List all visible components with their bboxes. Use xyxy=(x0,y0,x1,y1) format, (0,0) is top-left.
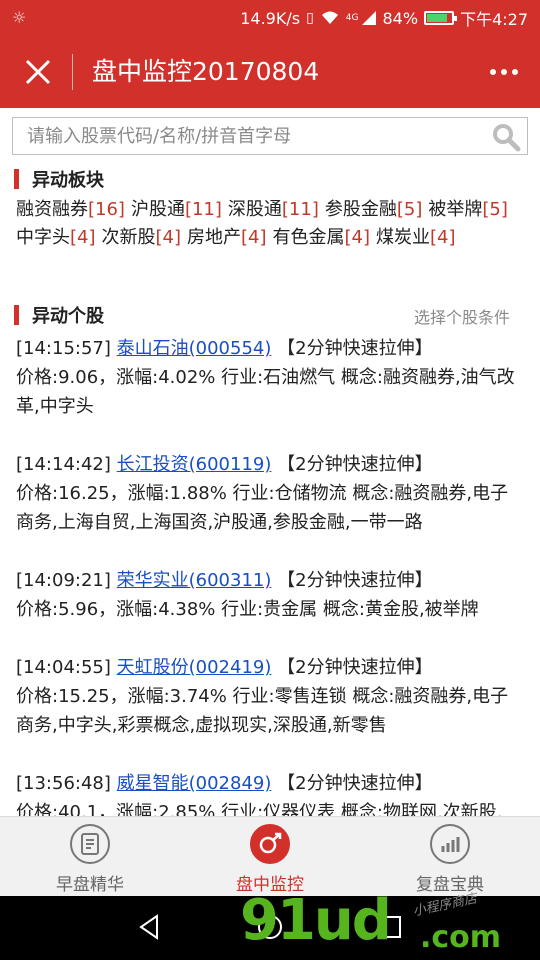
page-title: 盘中监控20170804 xyxy=(92,57,320,86)
alert-time: [14:14:42] xyxy=(16,454,111,475)
sector-name: 融资融券 xyxy=(16,199,88,220)
tab-morning-highlights[interactable]: 早盘精华 xyxy=(0,817,180,897)
alert-time: [14:09:21] xyxy=(16,570,111,591)
back-icon[interactable] xyxy=(135,912,165,942)
sector-item[interactable]: 深股通[11] xyxy=(228,196,319,224)
sector-name: 参股金融 xyxy=(324,199,397,220)
alert-tag: 【2分钟快速拉伸】 xyxy=(277,338,433,359)
close-icon xyxy=(25,59,51,85)
stock-link[interactable]: 荣华实业(600311) xyxy=(117,570,272,591)
tab-label: 早盘精华 xyxy=(56,875,124,895)
brightness-icon: ☼ xyxy=(12,8,27,27)
signal-label: 4G xyxy=(345,13,359,23)
section-marker xyxy=(14,305,19,325)
sectors-heading: 异动板块 xyxy=(14,166,104,192)
chart-icon xyxy=(430,824,470,864)
sector-item[interactable]: 融资融券[16] xyxy=(16,196,125,224)
alert-tag: 【2分钟快速拉伸】 xyxy=(277,570,433,591)
stock-detail: 价格:5.96，涨幅:4.38% 行业:贵金属 概念:黄金股,被举牌 xyxy=(16,599,479,620)
stock-detail: 价格:16.25，涨幅:1.88% 行业:仓储物流 概念:融资融券,电子商务,上… xyxy=(16,483,509,533)
sector-name: 次新股 xyxy=(101,227,156,248)
more-dot-icon xyxy=(490,69,496,75)
sector-count: [4] xyxy=(155,227,182,248)
search-box xyxy=(12,117,528,155)
sector-count: [4] xyxy=(241,227,267,248)
sector-count: [16] xyxy=(88,199,125,220)
status-right: 14.9K/s ▯ 4G 84% 下午4:27 xyxy=(240,0,528,36)
search-icon[interactable] xyxy=(491,122,521,152)
more-options-button[interactable] xyxy=(486,54,522,90)
sector-item[interactable]: 有色金属[4] xyxy=(273,224,371,252)
sectors-title: 异动板块 xyxy=(32,170,104,191)
section-marker xyxy=(14,169,19,189)
signal-icon xyxy=(361,11,376,25)
sector-name: 沪股通 xyxy=(130,199,185,220)
more-dot-icon xyxy=(501,69,507,75)
stock-alert-item: [14:14:42] 长江投资(600119) 【2分钟快速拉伸】价格:16.2… xyxy=(16,450,526,537)
more-dot-icon xyxy=(512,69,518,75)
stock-link[interactable]: 威星智能(002849) xyxy=(117,773,272,794)
watermark-logo: 91ud xyxy=(240,888,392,953)
sector-count: [11] xyxy=(281,199,319,220)
title-divider xyxy=(72,54,73,90)
stocks-title: 异动个股 xyxy=(32,306,104,327)
document-icon xyxy=(70,824,110,864)
sector-count: [4] xyxy=(344,227,371,248)
stock-alert-item: [14:15:57] 泰山石油(000554) 【2分钟快速拉伸】价格:9.06… xyxy=(16,334,526,421)
stock-list: [14:15:57] 泰山石油(000554) 【2分钟快速拉伸】价格:9.06… xyxy=(16,334,526,856)
battery-fill xyxy=(427,14,448,22)
sector-name: 中字头 xyxy=(16,227,70,248)
alert-tag: 【2分钟快速拉伸】 xyxy=(277,657,433,678)
search-input[interactable] xyxy=(13,118,487,154)
alert-tag: 【2分钟快速拉伸】 xyxy=(277,454,433,475)
sector-count: [5] xyxy=(396,199,423,220)
stock-link[interactable]: 长江投资(600119) xyxy=(117,454,272,475)
status-bar: ☼ 14.9K/s ▯ 4G 84% 下午4:27 xyxy=(0,0,540,36)
sector-count: [4] xyxy=(430,227,456,248)
sector-item[interactable]: 煤炭业[4] xyxy=(376,224,456,252)
sector-list: 融资融券[16] 沪股通[11] 深股通[11] 参股金融[5] 被举牌[5]中字头[4… xyxy=(16,196,526,252)
sector-name: 深股通 xyxy=(227,199,282,220)
battery-icon xyxy=(424,11,458,25)
alert-time: [14:04:55] xyxy=(16,657,111,678)
sector-count: [11] xyxy=(184,199,222,220)
stock-alert-item: [14:09:21] 荣华实业(600311) 【2分钟快速拉伸】价格:5.96… xyxy=(16,566,526,624)
battery-percent: 84% xyxy=(382,8,419,28)
wifi-icon xyxy=(321,11,338,24)
stock-alert-item: [14:04:55] 天虹股份(002419) 【2分钟快速拉伸】价格:15.2… xyxy=(16,653,526,740)
sector-item[interactable]: 沪股通[11] xyxy=(131,196,222,224)
select-stock-conditions-link[interactable]: 选择个股条件 xyxy=(414,304,510,328)
stock-detail: 价格:15.25，涨幅:3.74% 行业:零售连锁 概念:融资融券,电子商务,中… xyxy=(16,686,509,736)
sector-item[interactable]: 参股金融[5] xyxy=(325,196,423,224)
alert-time: [13:56:48] xyxy=(16,773,111,794)
sector-name: 有色金属 xyxy=(272,227,345,248)
alert-tag: 【2分钟快速拉伸】 xyxy=(277,773,433,794)
sector-count: [4] xyxy=(70,227,96,248)
title-bar: 盘中监控20170804 xyxy=(0,36,540,108)
sector-item[interactable]: 次新股[4] xyxy=(102,224,182,252)
monitor-icon xyxy=(250,824,290,864)
sector-name: 煤炭业 xyxy=(376,227,430,248)
sector-item[interactable]: 被举牌[5] xyxy=(428,196,508,224)
bottom-tab-bar: 早盘精华 盘中监控 复盘宝典 xyxy=(0,816,540,897)
stock-link[interactable]: 泰山石油(000554) xyxy=(117,338,272,359)
stock-detail: 价格:9.06，涨幅:4.02% 行业:石油燃气 概念:融资融券,油气改革,中字… xyxy=(16,367,515,417)
alert-time: [14:15:57] xyxy=(16,338,111,359)
network-speed: 14.9K/s xyxy=(240,8,301,28)
sector-item[interactable]: 中字头[4] xyxy=(16,224,96,252)
sector-name: 被举牌 xyxy=(428,199,483,220)
vibrate-icon: ▯ xyxy=(306,10,314,26)
tab-review-guide[interactable]: 复盘宝典 xyxy=(360,817,540,897)
tab-intraday-monitor[interactable]: 盘中监控 xyxy=(180,817,360,897)
watermark-suffix: .com xyxy=(420,920,502,955)
clock: 下午4:27 xyxy=(460,10,528,29)
stock-link[interactable]: 天虹股份(002419) xyxy=(117,657,272,678)
close-button[interactable] xyxy=(20,52,56,92)
sector-item[interactable]: 房地产[4] xyxy=(187,224,267,252)
sector-name: 房地产 xyxy=(187,227,241,248)
stocks-heading: 异动个股 xyxy=(14,302,104,328)
sector-count: [5] xyxy=(482,199,508,220)
